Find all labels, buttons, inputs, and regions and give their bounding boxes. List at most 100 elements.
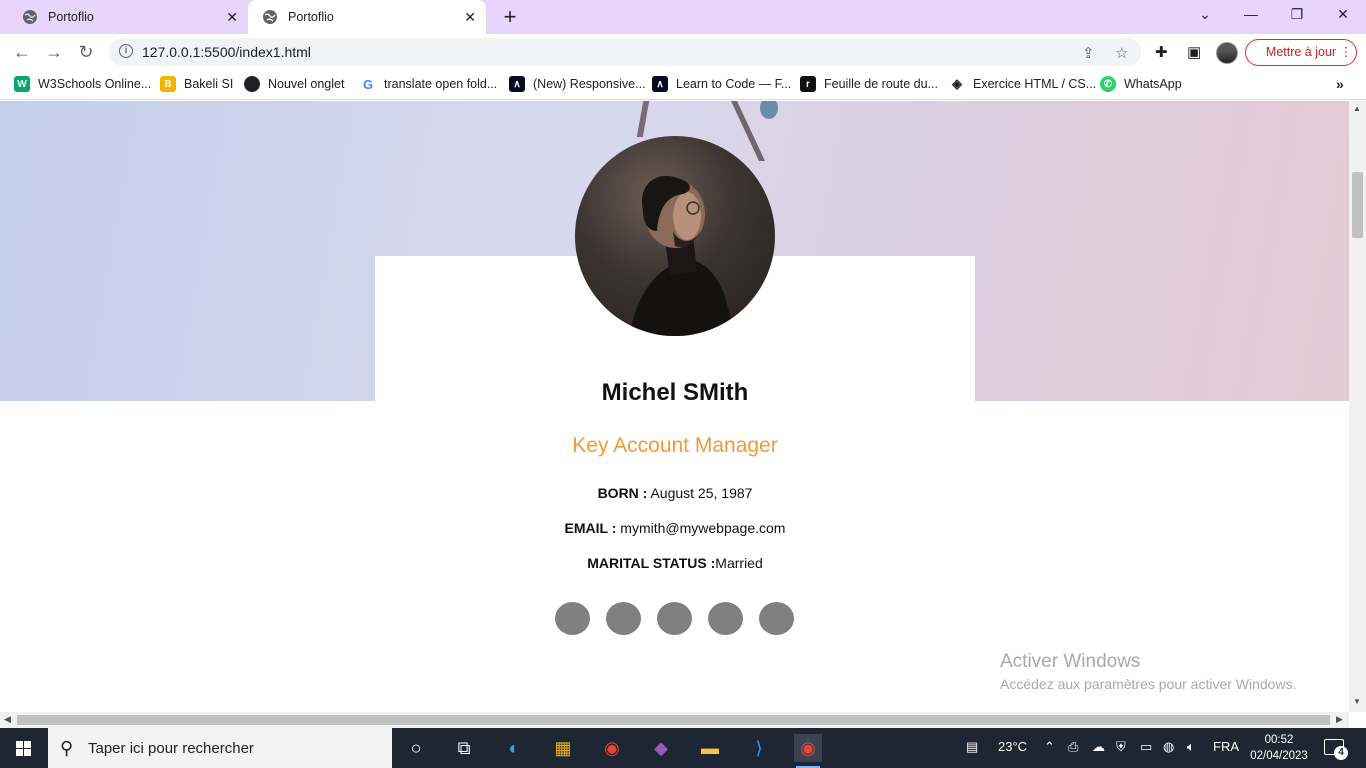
social-button-5[interactable] xyxy=(759,602,794,635)
bookmark-label: Exercice HTML / CS... xyxy=(973,77,1097,91)
born-value: August 25, 1987 xyxy=(647,485,753,501)
url-text[interactable]: 127.0.0.1:5500/index1.html xyxy=(142,44,311,60)
site-info-icon[interactable]: i xyxy=(119,44,133,58)
freecodecamp-icon: ∧ xyxy=(509,76,525,92)
profile-avatar[interactable] xyxy=(1216,42,1238,64)
scroll-up-icon[interactable]: ▲ xyxy=(1353,104,1361,113)
globe-icon xyxy=(263,10,277,24)
scroll-left-icon[interactable]: ◀ xyxy=(4,714,11,725)
bookmark-label: Nouvel onglet xyxy=(268,77,345,91)
bookmark-label: translate open fold... xyxy=(384,77,498,91)
tab-strip: Portoflio ✕ Portoflio ✕ + ⌄ — ❐ ✕ xyxy=(0,0,1366,34)
vscode-icon[interactable]: ⟩ xyxy=(745,734,773,762)
file-explorer-icon[interactable]: ▬ xyxy=(696,734,724,762)
w3schools-icon: W xyxy=(14,76,30,92)
scroll-down-icon[interactable]: ▼ xyxy=(1353,697,1361,706)
tab-close-icon[interactable]: ✕ xyxy=(464,9,476,25)
search-placeholder: Taper ici pour rechercher xyxy=(88,739,254,757)
profile-role: Key Account Manager xyxy=(572,434,778,457)
freecodecamp-icon: ∧ xyxy=(652,76,668,92)
email-line: EMAIL : mymith@mywebpage.com xyxy=(375,520,975,536)
bookmark-feuille-de-route[interactable]: r Feuille de route du... xyxy=(800,76,938,92)
clock-date: 02/04/2023 xyxy=(1250,750,1308,762)
language-indicator[interactable]: FRA xyxy=(1213,739,1239,754)
social-button-4[interactable] xyxy=(708,602,743,635)
cloud-icon[interactable]: ☁ xyxy=(1092,739,1105,755)
bookmark-bakeli[interactable]: B Bakeli SI xyxy=(160,76,233,92)
close-window-button[interactable]: ✕ xyxy=(1333,6,1353,23)
back-arrow-icon[interactable]: ← xyxy=(12,42,32,62)
social-links xyxy=(555,602,794,635)
network-icon[interactable]: ◍ xyxy=(1163,739,1174,755)
new-tab-button[interactable]: + xyxy=(500,6,520,28)
tab-search-icon[interactable]: ⌄ xyxy=(1195,6,1215,23)
store-icon[interactable]: ▦ xyxy=(549,734,577,762)
side-panel-icon[interactable]: ▣ xyxy=(1187,43,1201,61)
system-clock[interactable]: 00:52 02/04/2023 xyxy=(1248,732,1310,764)
forward-arrow-icon[interactable]: → xyxy=(44,42,64,62)
vertical-scroll-thumb[interactable] xyxy=(1352,172,1363,238)
bookmark-label: Learn to Code — F... xyxy=(676,77,792,91)
tray-app-icon[interactable]: ⎙ xyxy=(1068,739,1078,755)
security-icon[interactable]: ⛨ xyxy=(1116,739,1126,755)
cortana-icon[interactable]: ○ xyxy=(402,734,430,762)
address-bar[interactable]: i 127.0.0.1:5500/index1.html ⇪ ☆ xyxy=(109,38,1141,66)
born-label: BORN : xyxy=(597,485,648,501)
menu-dots-icon: ⋮ xyxy=(1339,45,1353,59)
social-button-2[interactable] xyxy=(606,602,641,635)
profile-name: Michel SMith xyxy=(601,379,749,406)
marital-line: MARITAL STATUS :Married xyxy=(375,555,975,571)
scroll-right-icon[interactable]: ▶ xyxy=(1336,714,1343,725)
bookmark-translate[interactable]: G translate open fold... xyxy=(360,76,497,92)
globe-icon xyxy=(23,10,37,24)
notification-count: 4 xyxy=(1334,746,1348,760)
windows-taskbar: ⚲ Taper ici pour rechercher ○ ⧉ ◐ ▦ ◉ ◆ … xyxy=(0,728,1366,768)
horizontal-scroll-thumb[interactable] xyxy=(17,715,1330,725)
task-view-icon[interactable]: ⧉ xyxy=(450,734,478,762)
chrome-icon[interactable]: ◉ xyxy=(598,734,626,762)
bakeli-icon: B xyxy=(160,76,176,92)
tray-chevron-icon[interactable]: ⌃ xyxy=(1044,739,1055,755)
minimize-button[interactable]: — xyxy=(1241,6,1261,22)
bookmark-label: W3Schools Online... xyxy=(38,77,152,91)
extensions-icon[interactable]: ✚ xyxy=(1155,43,1168,61)
marital-value: Married xyxy=(715,555,763,571)
volume-icon[interactable]: 🔈︎ xyxy=(1187,739,1195,755)
share-icon[interactable]: ⇪ xyxy=(1082,44,1095,62)
taskbar-search[interactable]: ⚲ Taper ici pour rechercher xyxy=(48,728,392,768)
update-label: Mettre à jour xyxy=(1265,45,1337,59)
bookmark-responsive[interactable]: ∧ (New) Responsive... xyxy=(509,76,646,92)
marital-label: MARITAL STATUS : xyxy=(587,555,716,571)
email-label: EMAIL : xyxy=(564,520,617,536)
tab-portoflio-2[interactable]: Portoflio ✕ xyxy=(248,0,486,34)
edge-icon[interactable]: ◐ xyxy=(500,734,528,762)
update-button[interactable]: Mettre à jour ⋮ xyxy=(1245,39,1357,66)
weather-icon[interactable]: ▤ xyxy=(966,739,978,755)
bookmark-w3schools[interactable]: W W3Schools Online... xyxy=(14,76,151,92)
bookmark-label: WhatsApp xyxy=(1124,77,1182,91)
bookmark-exercice-html[interactable]: ◈ Exercice HTML / CS... xyxy=(949,76,1096,92)
bookmark-nouvel-onglet[interactable]: Nouvel onglet xyxy=(244,76,344,92)
activation-watermark-subtitle: Accédez aux paramètres pour activer Wind… xyxy=(1000,676,1297,692)
battery-icon[interactable]: ▭ xyxy=(1140,739,1152,755)
app-icon[interactable]: ◆ xyxy=(647,734,675,762)
email-value: mymith@mywebpage.com xyxy=(616,520,786,536)
restore-button[interactable]: ❐ xyxy=(1287,6,1307,23)
social-button-3[interactable] xyxy=(657,602,692,635)
more-bookmarks-icon[interactable]: » xyxy=(1336,76,1344,92)
tab-title: Portoflio xyxy=(48,10,94,24)
social-button-1[interactable] xyxy=(555,602,590,635)
tab-close-icon[interactable]: ✕ xyxy=(226,9,238,25)
tab-portoflio-1[interactable]: Portoflio ✕ xyxy=(8,0,248,34)
vertical-scrollbar[interactable]: ▲ ▼ xyxy=(1349,101,1366,712)
bookmark-star-icon[interactable]: ☆ xyxy=(1115,44,1128,62)
horizontal-scrollbar[interactable]: ◀ ▶ xyxy=(0,712,1349,728)
start-button[interactable] xyxy=(0,728,48,768)
chrome-active-icon[interactable]: ◉ xyxy=(794,734,822,768)
activation-watermark-title: Activer Windows xyxy=(1000,651,1141,672)
bookmark-learn-to-code[interactable]: ∧ Learn to Code — F... xyxy=(652,76,791,92)
reload-icon[interactable]: ↻ xyxy=(76,42,96,62)
born-line: BORN : August 25, 1987 xyxy=(375,485,975,501)
temperature[interactable]: 23°C xyxy=(998,739,1027,754)
bookmark-whatsapp[interactable]: ✆ WhatsApp xyxy=(1100,76,1182,92)
